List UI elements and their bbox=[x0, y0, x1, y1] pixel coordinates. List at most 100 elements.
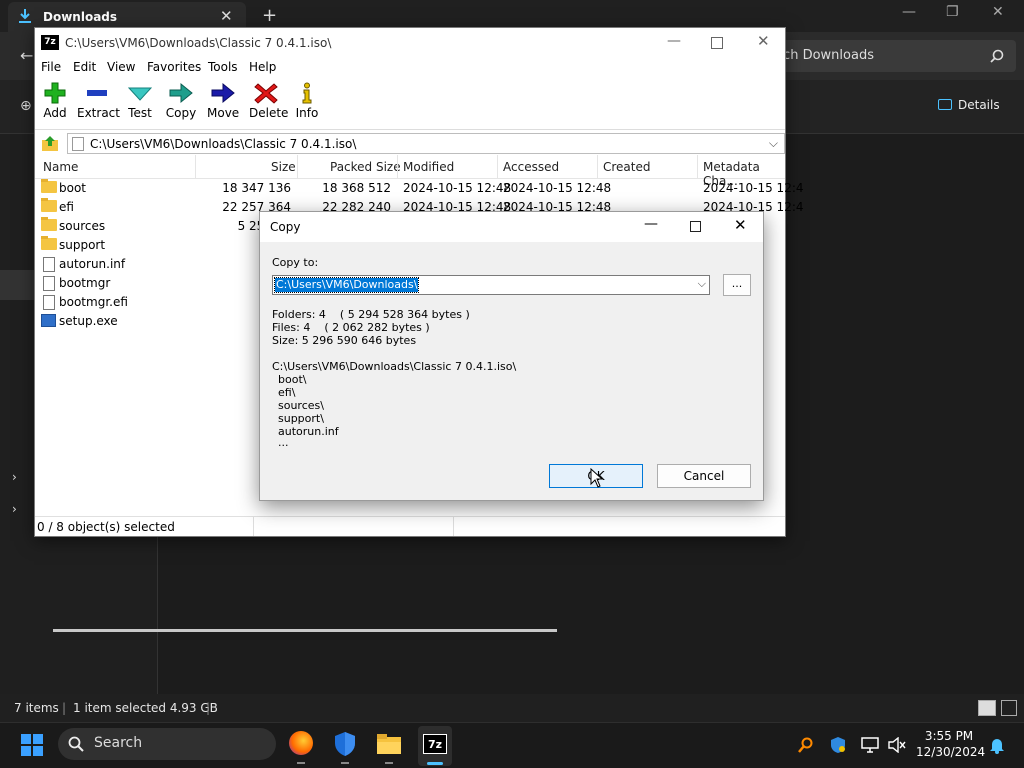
new-tab-icon[interactable]: + bbox=[262, 5, 277, 26]
maximize-icon[interactable] bbox=[711, 37, 723, 49]
folder-icon bbox=[41, 198, 57, 212]
menu-file[interactable]: File bbox=[41, 60, 61, 74]
cell-name: bootmgr.efi bbox=[59, 295, 128, 309]
cell-name: autorun.inf bbox=[59, 257, 126, 271]
windows-start-icon[interactable] bbox=[20, 733, 44, 757]
magnifier-tray-icon[interactable] bbox=[798, 737, 814, 753]
folder-icon bbox=[41, 236, 57, 250]
test-button[interactable]: Test bbox=[127, 82, 153, 120]
horizontal-scrollbar[interactable] bbox=[53, 629, 557, 632]
7zip-app-icon: 7z bbox=[41, 35, 59, 50]
cell-accessed: 2024-10-15 12:48 bbox=[503, 181, 612, 195]
source-item-more: ... bbox=[278, 436, 289, 449]
drive-icon bbox=[72, 137, 84, 151]
clock-date: 12/30/2024 bbox=[916, 745, 986, 759]
extract-label: Extract bbox=[77, 106, 120, 120]
defender-shield-icon[interactable] bbox=[333, 731, 357, 757]
size-info: Size: 5 296 590 646 bytes bbox=[272, 334, 417, 347]
details-button[interactable]: Details bbox=[938, 98, 1000, 112]
chevron-down-icon[interactable]: ⌵ bbox=[698, 277, 706, 291]
browse-button[interactable]: ... bbox=[723, 274, 751, 296]
volume-muted-icon[interactable] bbox=[888, 737, 906, 753]
move-button[interactable]: Move bbox=[207, 82, 239, 120]
move-label: Move bbox=[207, 106, 240, 120]
taskbar-clock[interactable]: 3:55 PM 12/30/2024 bbox=[916, 728, 986, 760]
chevron-right-icon[interactable]: › bbox=[12, 470, 17, 484]
nav-selected-item[interactable] bbox=[0, 270, 34, 300]
menu-tools[interactable]: Tools bbox=[208, 60, 238, 74]
cell-meta: 2024-10-15 12:4 bbox=[703, 181, 804, 195]
taskbar-search[interactable]: Search bbox=[58, 728, 276, 760]
explorer-search-box[interactable]: rch Downloads bbox=[766, 40, 1016, 72]
col-accessed[interactable]: Accessed bbox=[503, 160, 559, 174]
info-label: Info bbox=[295, 106, 319, 120]
details-label: Details bbox=[958, 98, 1000, 112]
7zip-title-bar: 7z C:\Users\VM6\Downloads\Classic 7 0.4.… bbox=[35, 28, 785, 58]
notification-bell-icon[interactable] bbox=[989, 736, 1005, 754]
back-arrow-icon[interactable]: ← bbox=[20, 46, 33, 65]
menu-view[interactable]: View bbox=[107, 60, 135, 74]
add-button[interactable]: Add bbox=[41, 82, 69, 120]
up-folder-icon[interactable] bbox=[41, 134, 59, 152]
taskbar-7zip-active[interactable]: 7z bbox=[418, 726, 452, 766]
copy-to-label: Copy to: bbox=[272, 256, 319, 269]
info-icon bbox=[302, 82, 312, 104]
clock-time: 3:55 PM bbox=[924, 729, 974, 743]
minimize-icon[interactable]: — bbox=[644, 216, 658, 232]
menu-edit[interactable]: Edit bbox=[73, 60, 96, 74]
col-modified[interactable]: Modified bbox=[403, 160, 454, 174]
source-item: boot\ bbox=[278, 373, 307, 386]
menu-favorites[interactable]: Favorites bbox=[147, 60, 201, 74]
folders-info: Folders: 4 ( 5 294 528 364 bytes ) bbox=[272, 308, 470, 321]
file-icon bbox=[43, 295, 55, 310]
col-packed-size[interactable]: Packed Size bbox=[330, 160, 401, 174]
table-row[interactable]: boot 18 347 136 18 368 512 2024-10-15 12:48… bbox=[35, 179, 804, 198]
cancel-button[interactable]: Cancel bbox=[657, 464, 751, 488]
maximize-icon[interactable] bbox=[690, 221, 701, 232]
thumbnail-view-icon[interactable] bbox=[1001, 700, 1017, 716]
cell-name: support bbox=[59, 238, 106, 252]
7zip-path-bar: C:\Users\VM6\Downloads\Classic 7 0.4.1.i… bbox=[35, 129, 785, 155]
close-tab-icon[interactable]: ✕ bbox=[220, 7, 233, 25]
cell-name: boot bbox=[59, 181, 87, 195]
col-name[interactable]: Name bbox=[43, 160, 78, 174]
folder-icon bbox=[41, 217, 57, 231]
minimize-icon[interactable]: — bbox=[667, 33, 681, 49]
maximize-icon[interactable]: ❐ bbox=[946, 4, 959, 20]
search-placeholder: rch Downloads bbox=[778, 48, 874, 63]
chevron-right-icon[interactable]: › bbox=[12, 502, 17, 516]
security-tray-icon[interactable] bbox=[830, 736, 846, 754]
status-selection: 0 / 8 object(s) selected bbox=[37, 520, 175, 534]
source-item: sources\ bbox=[278, 399, 324, 412]
chevron-down-icon[interactable]: ⌵ bbox=[769, 136, 778, 151]
network-tray-icon[interactable] bbox=[861, 737, 879, 753]
minimize-icon[interactable]: — bbox=[902, 4, 916, 20]
info-button[interactable]: Info bbox=[295, 82, 319, 120]
explorer-status-bar: 7 items | 1 item selected 4.93 GB | bbox=[0, 694, 1024, 722]
close-dialog-icon[interactable]: ✕ bbox=[734, 216, 747, 234]
file-explorer-icon[interactable] bbox=[376, 733, 402, 755]
new-icon[interactable]: ⊕ bbox=[20, 98, 32, 114]
taskbar-search-label: Search bbox=[94, 735, 143, 751]
path-combobox[interactable]: C:\Users\VM6\Downloads\Classic 7 0.4.1.i… bbox=[67, 133, 785, 154]
7zip-menu-bar: File Edit View Favorites Tools Help bbox=[35, 58, 785, 78]
firefox-icon[interactable] bbox=[289, 731, 313, 755]
exe-file-icon bbox=[41, 314, 56, 327]
7zip-title: C:\Users\VM6\Downloads\Classic 7 0.4.1.i… bbox=[65, 36, 332, 50]
folder-icon bbox=[41, 179, 57, 193]
add-label: Add bbox=[43, 106, 67, 120]
col-size[interactable]: Size bbox=[271, 160, 296, 174]
menu-help[interactable]: Help bbox=[249, 60, 276, 74]
source-item: support\ bbox=[278, 412, 324, 425]
destination-combobox[interactable]: C:\Users\VM6\Downloads\ ⌵ bbox=[272, 275, 710, 295]
close-window-icon[interactable]: ✕ bbox=[992, 4, 1004, 20]
col-created[interactable]: Created bbox=[603, 160, 651, 174]
close-window-icon[interactable]: ✕ bbox=[757, 32, 770, 50]
cell-size: 18 347 136 bbox=[222, 181, 291, 195]
dialog-title: Copy bbox=[270, 220, 301, 234]
delete-button[interactable]: Delete bbox=[249, 82, 288, 120]
file-icon bbox=[43, 276, 55, 291]
copy-button[interactable]: Copy bbox=[165, 82, 197, 120]
extract-button[interactable]: Extract bbox=[77, 82, 120, 120]
details-view-icon[interactable] bbox=[978, 700, 996, 716]
